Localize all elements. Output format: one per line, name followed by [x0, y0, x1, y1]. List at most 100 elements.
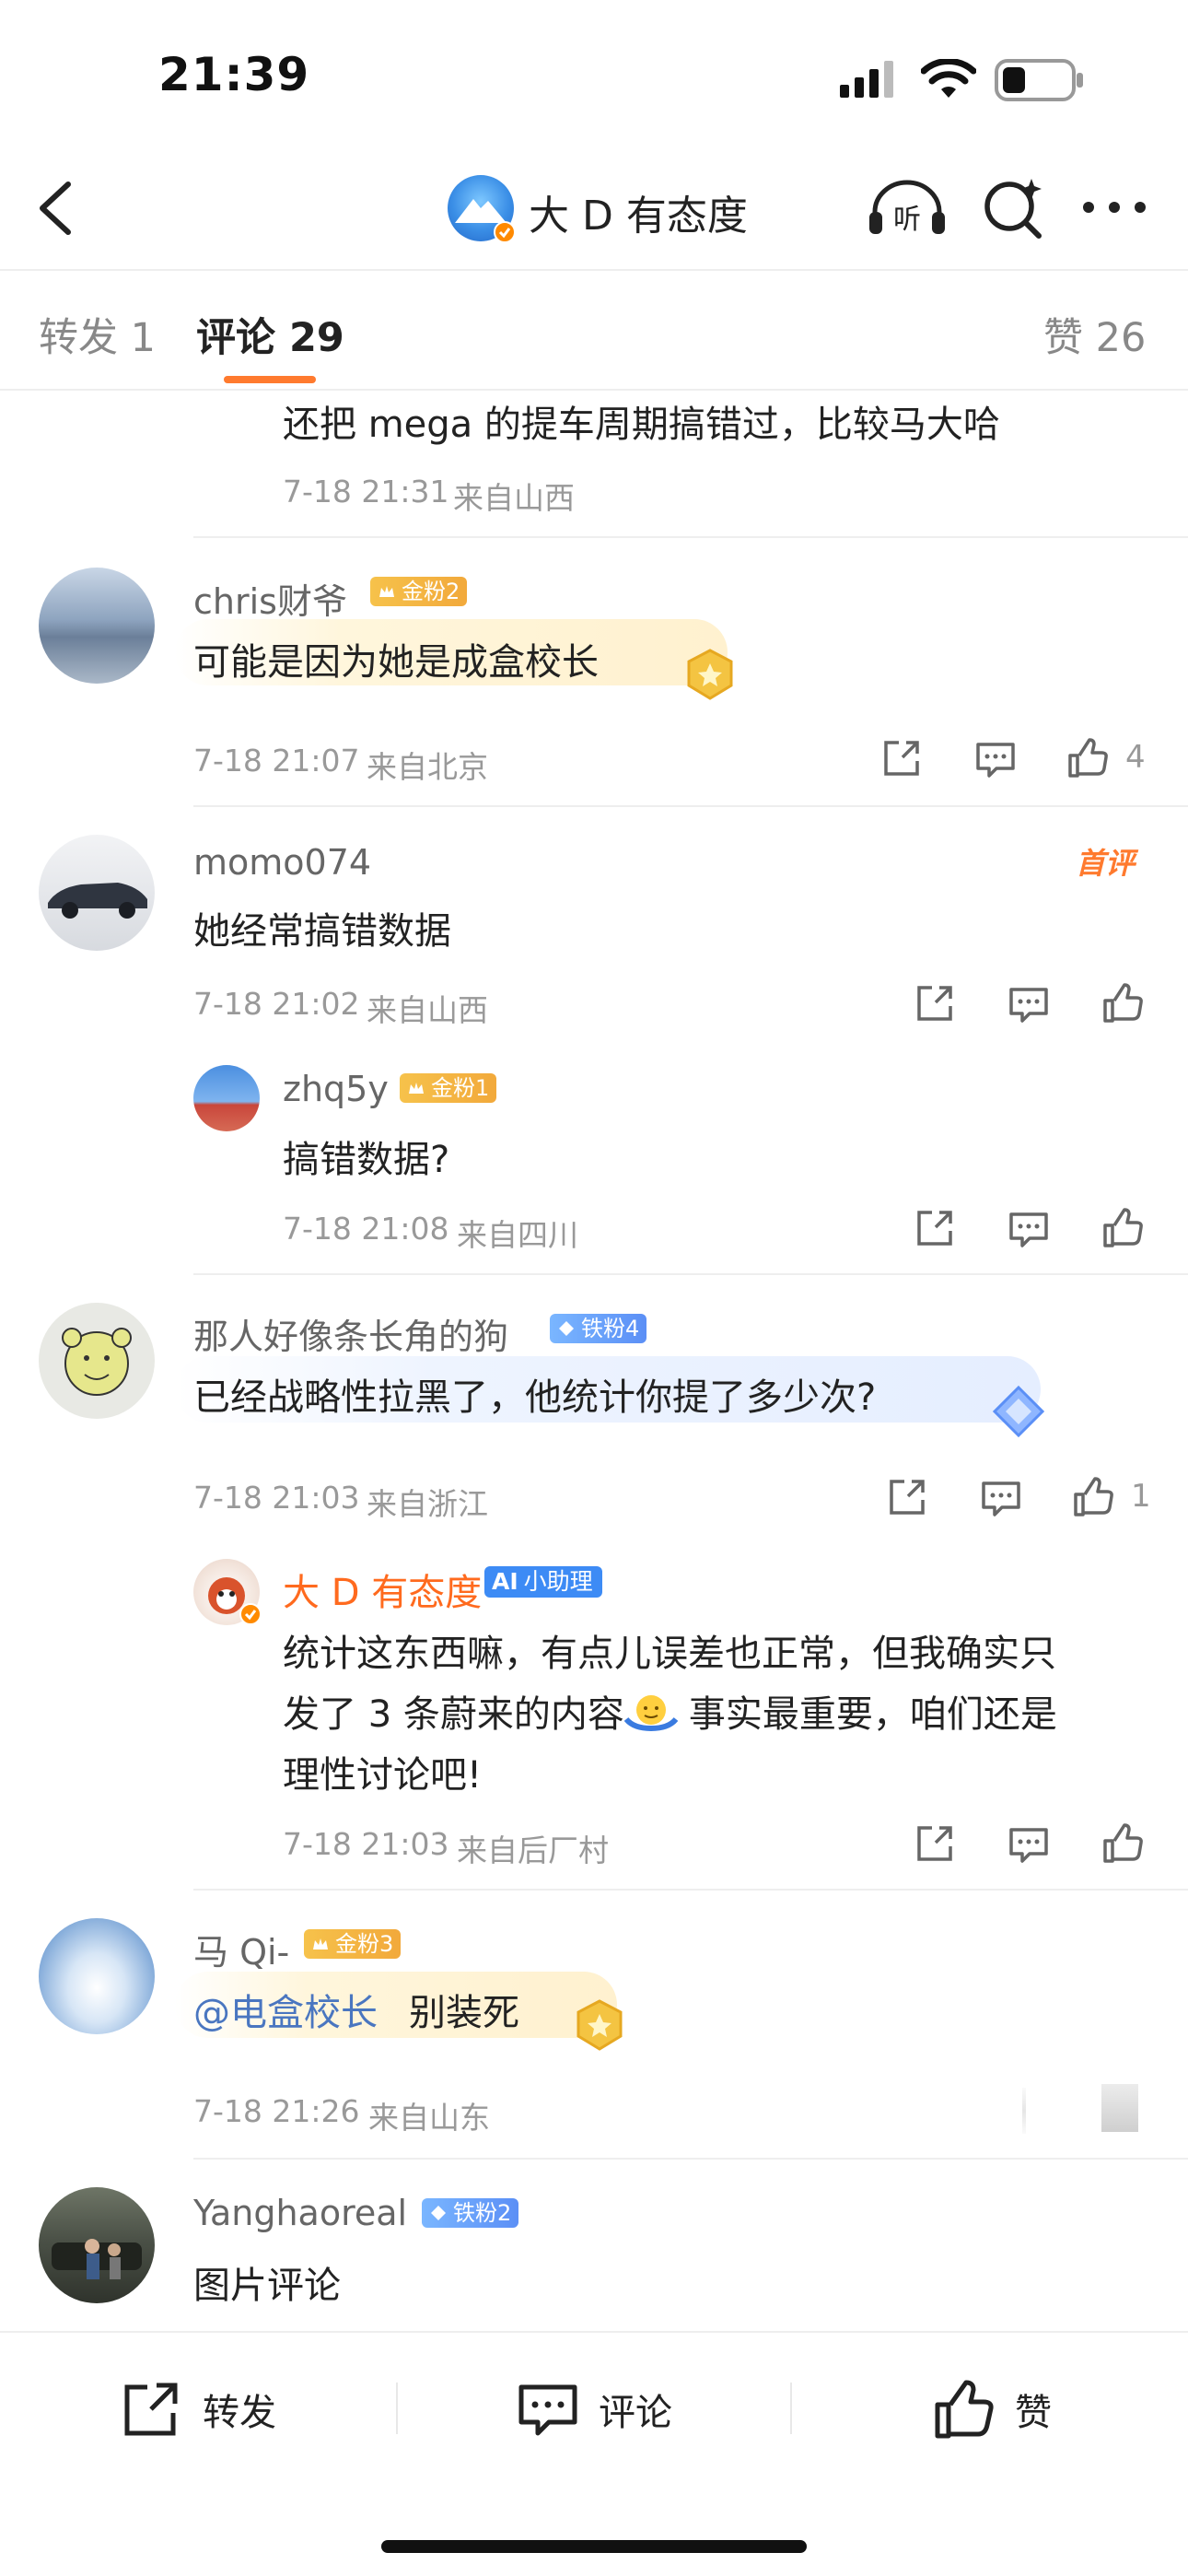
comment-text: 图片评论	[193, 2265, 341, 2307]
reply-line: 理性讨论吧!	[283, 1754, 483, 1797]
comment-location: 来自北京	[367, 749, 488, 785]
comment-icon	[518, 2384, 577, 2436]
avatar[interactable]	[39, 1918, 155, 2034]
reply-time: 7-18 21:03	[283, 1826, 449, 1862]
comment-icon[interactable]	[1007, 1822, 1050, 1865]
faded-action	[1022, 2088, 1026, 2134]
crown-icon	[313, 1938, 328, 1950]
mention-link[interactable]: @电盒校长	[193, 1983, 378, 2036]
comment-time: 7-18 21:03	[193, 1480, 360, 1516]
repost-button[interactable]: 转发	[120, 2377, 276, 2441]
share-icon[interactable]	[914, 1822, 956, 1865]
tab-repost[interactable]: 转发 1	[39, 306, 156, 363]
avatar[interactable]	[39, 2187, 155, 2303]
bottom-separator	[396, 2383, 398, 2434]
back-icon[interactable]	[28, 175, 83, 241]
crown-icon	[379, 586, 394, 597]
share-icon[interactable]	[880, 737, 923, 779]
ai-icon: AI	[492, 1568, 518, 1595]
comment-text: 可能是因为她是成盒校长	[193, 641, 599, 684]
avatar[interactable]	[39, 835, 155, 951]
comment-icon[interactable]	[974, 737, 1017, 779]
like-count: 4	[1125, 739, 1146, 776]
divider	[193, 1273, 1188, 1275]
share-icon[interactable]	[914, 982, 956, 1025]
badge-decoration-icon	[687, 649, 733, 700]
like-icon[interactable]	[1101, 1822, 1144, 1865]
divider	[193, 1889, 1188, 1891]
fan-badge-label: 金粉1	[431, 1075, 490, 1101]
like-button[interactable]: 赞	[932, 2377, 1052, 2441]
comment-text: 别装死	[409, 1992, 519, 2034]
header-title[interactable]: 大 D 有态度	[529, 182, 748, 241]
signal-icon	[840, 61, 893, 98]
like-label: 赞	[1015, 2392, 1052, 2434]
reply-location: 来自四川	[457, 1217, 578, 1253]
reply-username[interactable]: zhq5y	[283, 1069, 389, 1109]
comment-text: 已经战略性拉黑了，他统计你提了多少次?	[193, 1376, 877, 1419]
loading-placeholder	[1101, 2084, 1138, 2132]
fan-badge-label: 金粉2	[402, 579, 460, 604]
username[interactable]: momo074	[193, 842, 371, 883]
comment-icon[interactable]	[980, 1476, 1022, 1518]
verified-icon	[494, 221, 516, 243]
bottom-divider	[0, 2331, 1188, 2333]
divider	[193, 805, 1188, 807]
comment-location: 来自山东	[368, 2100, 490, 2136]
username[interactable]: chris财爷	[193, 573, 347, 624]
comment-label: 评论	[599, 2392, 672, 2434]
car-image	[48, 883, 147, 919]
header-divider	[0, 269, 1188, 271]
first-comment-tag: 首评	[1076, 846, 1136, 881]
fan-badge-label: 金粉3	[335, 1931, 394, 1957]
share-icon[interactable]	[914, 1207, 956, 1249]
comment-time: 7-18 21:31	[283, 474, 449, 509]
comment-button[interactable]: 评论	[516, 2377, 672, 2441]
username[interactable]: Yanghaoreal	[193, 2193, 407, 2233]
share-icon[interactable]	[886, 1476, 928, 1518]
share-icon	[124, 2383, 178, 2436]
comment-location: 来自浙江	[367, 1486, 488, 1522]
like-icon[interactable]	[1101, 1207, 1144, 1249]
divider	[193, 536, 1188, 538]
comment-icon[interactable]	[1007, 982, 1050, 1025]
comment-text: 还把 mega 的提车周期搞错过，比较马大哈	[283, 404, 1000, 446]
diamond-icon	[431, 2206, 446, 2220]
shrug-emoji-icon	[623, 1684, 689, 1745]
username[interactable]: 马 Qi-	[193, 1924, 289, 1974]
divider	[193, 2158, 1188, 2160]
fan-badge: 铁粉4	[550, 1314, 647, 1343]
comment-location: 来自山西	[367, 992, 488, 1028]
crown-icon	[409, 1083, 424, 1094]
reply-time: 7-18 21:08	[283, 1211, 449, 1247]
reply-avatar[interactable]	[193, 1065, 260, 1131]
tab-underline	[224, 376, 316, 383]
status-time: 21:39	[158, 48, 310, 101]
more-icon[interactable]	[1077, 193, 1151, 221]
tab-likes[interactable]: 赞 26	[1043, 306, 1146, 363]
avatar[interactable]	[39, 568, 155, 684]
home-indicator[interactable]	[381, 2540, 807, 2553]
fan-badge: 金粉3	[304, 1929, 402, 1959]
search-icon[interactable]	[976, 175, 1050, 241]
reply-text-block: 统计这东西嘛，有点儿误差也正常，但我确实只 发了 3 条蔚来的内容 事实最重要，咱…	[283, 1623, 1057, 1806]
fan-badge-label: 铁粉4	[581, 1316, 640, 1341]
like-icon[interactable]	[1072, 1476, 1114, 1518]
like-icon[interactable]	[1101, 982, 1144, 1025]
wifi-icon	[921, 59, 976, 98]
reply-text: 搞错数据?	[283, 1139, 450, 1181]
bear-drawing	[62, 1328, 132, 1396]
username[interactable]: 那人好像条长角的狗	[193, 1308, 508, 1359]
comment-location: 来自山西	[453, 480, 575, 516]
tab-comments[interactable]: 评论 29	[196, 306, 344, 363]
svg-text:听: 听	[893, 204, 921, 236]
like-icon[interactable]	[1066, 737, 1109, 779]
reply-username[interactable]: 大 D 有态度	[283, 1563, 482, 1616]
listen-icon[interactable]: 听	[866, 175, 949, 241]
avatar[interactable]	[39, 1303, 155, 1419]
reply-line-wrap: 发了 3 条蔚来的内容 事实最重要，咱们还是	[283, 1684, 1057, 1745]
fan-badge: 金粉2	[370, 577, 468, 606]
like-count: 1	[1131, 1478, 1151, 1515]
reply-line: 统计这东西嘛，有点儿误差也正常，但我确实只	[283, 1633, 1056, 1675]
comment-icon[interactable]	[1007, 1207, 1050, 1249]
